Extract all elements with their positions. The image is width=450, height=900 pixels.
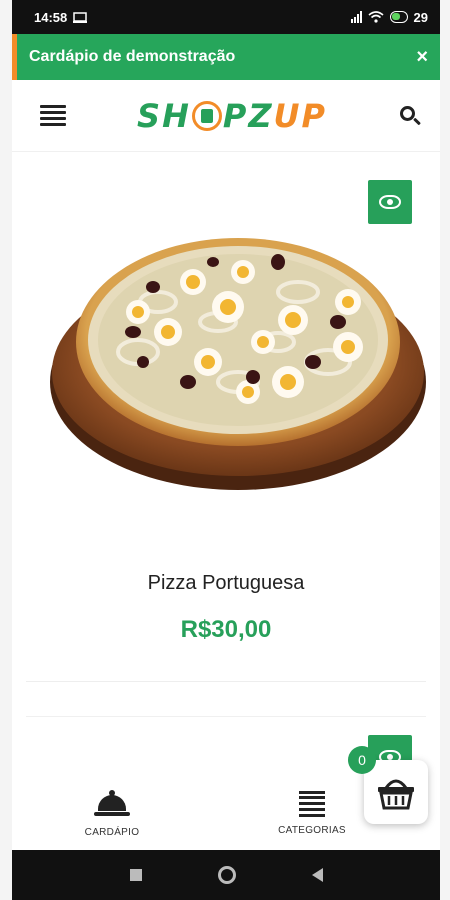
search-icon[interactable] [398,104,422,128]
back-icon[interactable] [311,868,323,882]
logo-text-pz: PZ [222,96,274,135]
app-screen: 14:58 29 Cardápio de demonstração × SH P… [12,0,440,900]
product-card[interactable]: Pizza Portuguesa R$30,00 [26,152,426,682]
basket-icon [378,779,414,810]
status-bar: 14:58 29 [12,0,440,34]
product-price: R$30,00 [180,616,272,643]
status-right: 29 [350,9,428,25]
cloche-icon [94,789,130,819]
demo-banner: Cardápio de demonstração × [12,34,440,80]
cart-button[interactable] [364,760,428,824]
cart-count-badge: 0 [348,746,376,774]
nav-label-cardapio: CARDÁPIO [84,826,140,838]
demo-banner-text: Cardápio de demonstração [29,48,236,65]
status-time: 14:58 [34,9,68,25]
menu-icon[interactable] [40,104,66,127]
left-edge [0,0,12,900]
android-nav-bar [12,850,440,900]
status-left: 14:58 [34,9,88,25]
eye-icon [379,195,401,209]
right-edge [440,0,450,900]
recent-apps-icon[interactable] [129,869,142,881]
wifi-icon [368,11,384,23]
nav-label-categorias: CATEGORIAS [278,824,346,836]
screen-cast-icon [73,11,88,23]
signal-icon [350,11,362,23]
battery-icon [389,11,408,23]
logo-bag-icon [191,100,222,131]
shopzup-logo[interactable]: SH PZ UP [137,97,327,135]
pizza-image [50,238,426,490]
battery-level: 29 [413,9,428,25]
app-header: SH PZ UP [12,80,440,152]
list-icon [299,790,325,817]
close-icon[interactable]: × [416,46,428,69]
logo-text-up: UP [273,96,327,135]
nav-item-cardapio[interactable]: CARDÁPIO [12,776,212,850]
logo-text-sh: SH [137,96,191,135]
product-name: Pizza Portuguesa [147,572,305,594]
home-icon[interactable] [217,866,236,884]
view-product-button[interactable] [368,180,412,224]
